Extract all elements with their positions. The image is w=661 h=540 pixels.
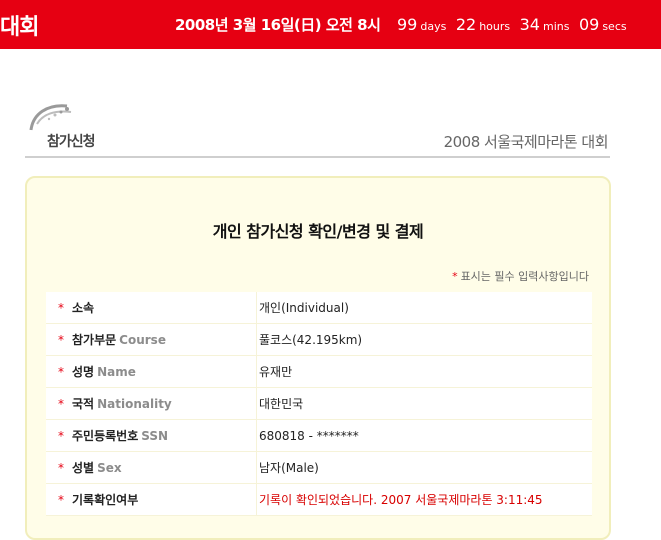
event-brand-title: 대회 <box>0 15 39 40</box>
countdown-timer: 99 days 22 hours 34 mins 09 secs <box>397 15 627 34</box>
field-label: * 참가부문 Course <box>46 331 256 348</box>
field-label-ko: 국적 <box>72 397 95 411</box>
field-label: * 성명 Name <box>46 363 256 380</box>
table-row: * 주민등록번호 SSN 680818 - ******* <box>46 420 592 452</box>
field-label: * 기록확인여부 <box>46 491 256 508</box>
field-label-en: SSN <box>141 429 169 443</box>
countdown-secs-unit: secs <box>602 20 627 33</box>
required-mark: * <box>452 270 458 283</box>
required-field-note: * 표시는 필수 입력사항입니다 <box>452 268 589 284</box>
table-row: * 성명 Name 유재만 <box>46 356 592 388</box>
field-label-en: Name <box>97 365 136 379</box>
required-mark: * <box>58 333 64 347</box>
countdown-days-value: 99 <box>397 15 418 34</box>
registration-details-table: * 소속 개인(Individual) * 참가부문 Course 풀코스(42.19… <box>46 292 592 516</box>
field-label: * 주민등록번호 SSN <box>46 427 256 444</box>
countdown-mins-value: 34 <box>519 15 540 34</box>
registration-panel: 개인 참가신청 확인/변경 및 결제 * 표시는 필수 입력사항입니다 * 소속 개… <box>25 176 611 540</box>
field-label-en: Course <box>119 333 166 347</box>
countdown-hours-unit: hours <box>479 20 511 33</box>
table-row: * 국적 Nationality 대한민국 <box>46 388 592 420</box>
field-value: 풀코스(42.195km) <box>256 324 592 355</box>
field-label-ko: 소속 <box>72 301 95 315</box>
required-mark: * <box>58 493 64 507</box>
field-value: 개인(Individual) <box>256 292 592 323</box>
field-label-en: Nationality <box>97 397 172 411</box>
countdown-secs-value: 09 <box>578 15 600 34</box>
section-header: 참가신청 2008 서울국제마라톤 대회 <box>25 100 610 158</box>
table-row: * 기록확인여부 기록이 확인되었습니다. 2007 서울국제마라톤 3:11:4… <box>46 484 592 516</box>
table-row: * 성별 Sex 남자(Male) <box>46 452 592 484</box>
event-name: 2008 서울국제마라톤 대회 <box>443 133 609 151</box>
table-row: * 참가부문 Course 풀코스(42.195km) <box>46 324 592 356</box>
field-label: * 소속 <box>46 299 256 316</box>
field-value: 대한민국 <box>256 388 592 419</box>
countdown-mins-unit: mins <box>542 20 570 33</box>
field-label: * 성별 Sex <box>46 459 256 476</box>
field-value: 남자(Male) <box>256 452 592 483</box>
field-label: * 국적 Nationality <box>46 395 256 412</box>
field-label-ko: 주민등록번호 <box>72 429 139 443</box>
field-label-ko: 기록확인여부 <box>72 493 139 507</box>
field-value: 유재만 <box>256 356 592 387</box>
event-date: 2008년 3월 16일(日) 오전 8시 <box>175 16 381 34</box>
table-row: * 소속 개인(Individual) <box>46 292 592 324</box>
required-mark: * <box>58 429 64 443</box>
field-label-ko: 성별 <box>72 461 95 475</box>
countdown-hours-value: 22 <box>455 15 477 34</box>
top-banner: 대회 2008년 3월 16일(日) 오전 8시 99 days 22 hours … <box>0 0 661 49</box>
runner-swoosh-icon <box>29 104 72 131</box>
countdown-days-unit: days <box>420 20 447 33</box>
field-label-ko: 참가부문 <box>72 333 117 347</box>
required-mark: * <box>58 461 64 475</box>
field-label-en: Sex <box>97 461 122 475</box>
required-mark: * <box>58 365 64 379</box>
section-title: 참가신청 <box>47 134 96 150</box>
record-confirmation-value: 기록이 확인되었습니다. 2007 서울국제마라톤 3:11:45 <box>256 484 592 515</box>
required-mark: * <box>58 397 64 411</box>
panel-title: 개인 참가신청 확인/변경 및 결제 <box>212 222 424 241</box>
required-note-text: 표시는 필수 입력사항입니다 <box>460 270 589 283</box>
field-value: 680818 - ******* <box>256 420 592 451</box>
required-mark: * <box>58 301 64 315</box>
field-label-ko: 성명 <box>72 365 95 379</box>
